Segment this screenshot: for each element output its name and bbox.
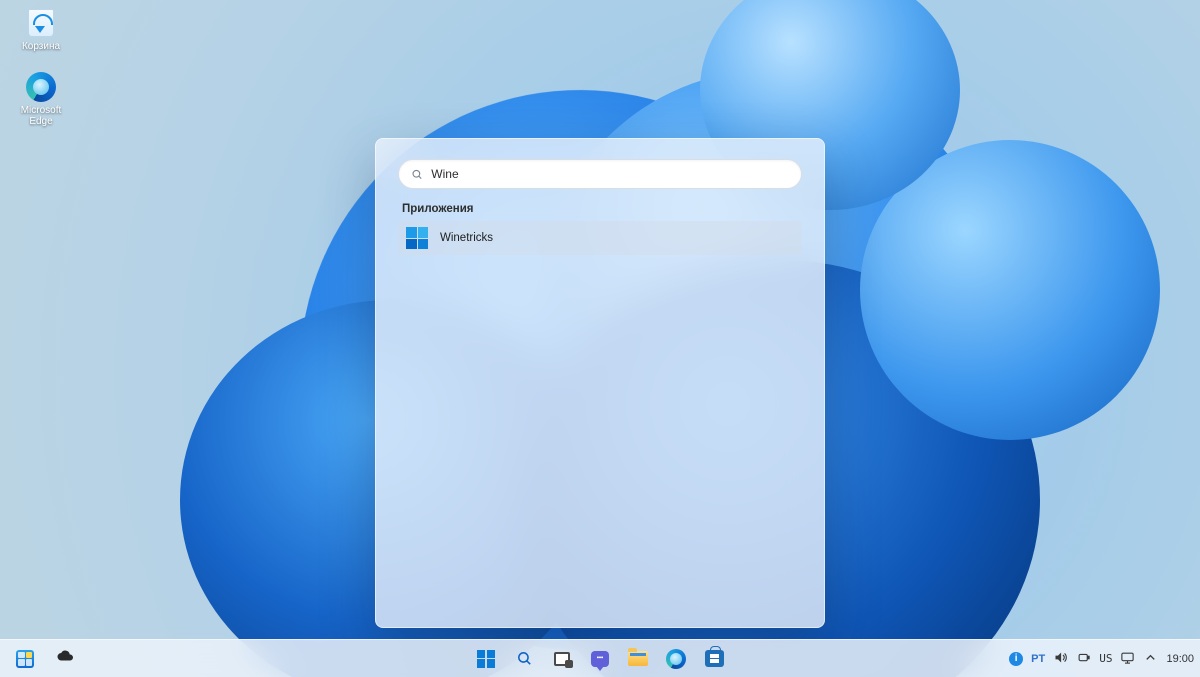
store-button[interactable]	[697, 644, 731, 674]
taskbar-center	[469, 644, 731, 674]
battery-icon	[1076, 650, 1091, 665]
edge-icon	[24, 72, 58, 102]
recycle-bin-icon	[24, 8, 58, 38]
winetricks-icon	[406, 227, 428, 249]
start-button[interactable]	[469, 644, 503, 674]
desktop-icon-label: Корзина	[22, 41, 60, 52]
search-input[interactable]	[431, 167, 789, 181]
search-icon	[411, 168, 423, 181]
search-result-winetricks[interactable]: Winetricks	[398, 221, 802, 255]
desktop-icon-label: Microsoft Edge	[21, 105, 62, 127]
file-explorer-button[interactable]	[621, 644, 655, 674]
chevron-up-icon	[1143, 650, 1158, 665]
display-icon	[1120, 650, 1135, 665]
store-icon	[705, 650, 724, 667]
tray-info-button[interactable]: i	[1009, 652, 1023, 666]
cloud-sync-button[interactable]	[48, 644, 82, 674]
taskbar-left	[8, 644, 82, 674]
desktop-icon-recycle-bin[interactable]: Корзина	[4, 6, 78, 70]
search-result-label: Winetricks	[440, 232, 493, 244]
folder-icon	[628, 651, 648, 666]
task-view-icon	[554, 652, 570, 666]
chat-button[interactable]	[583, 644, 617, 674]
tray-clock[interactable]: 19:00	[1166, 653, 1194, 665]
widgets-button[interactable]	[8, 644, 42, 674]
apps-section-header: Приложения	[402, 203, 798, 215]
edge-icon	[666, 649, 686, 669]
search-icon	[516, 650, 533, 667]
windows-logo-icon	[477, 650, 495, 668]
desktop-icon-edge[interactable]: Microsoft Edge	[4, 70, 78, 134]
volume-icon	[1053, 650, 1068, 665]
tray-lang-secondary[interactable]: US	[1099, 652, 1112, 665]
tray-display-button[interactable]	[1120, 650, 1135, 668]
tray-lang-primary[interactable]: PT	[1031, 653, 1045, 665]
tray-battery-button[interactable]	[1076, 650, 1091, 668]
system-tray: i PT US 19:00	[1009, 650, 1194, 668]
search-box[interactable]	[398, 159, 802, 189]
tray-overflow-button[interactable]	[1143, 650, 1158, 668]
tray-volume-button[interactable]	[1053, 650, 1068, 668]
edge-button[interactable]	[659, 644, 693, 674]
cloud-icon	[56, 647, 74, 670]
taskbar-search-button[interactable]	[507, 644, 541, 674]
widgets-icon	[16, 650, 34, 668]
desktop-icons: Корзина Microsoft Edge	[4, 6, 78, 134]
chat-icon	[591, 651, 609, 667]
start-search-panel: Приложения Winetricks	[375, 138, 825, 628]
task-view-button[interactable]	[545, 644, 579, 674]
desktop: Корзина Microsoft Edge Приложения Winetr…	[0, 0, 1200, 677]
taskbar: i PT US 19:00	[0, 639, 1200, 677]
